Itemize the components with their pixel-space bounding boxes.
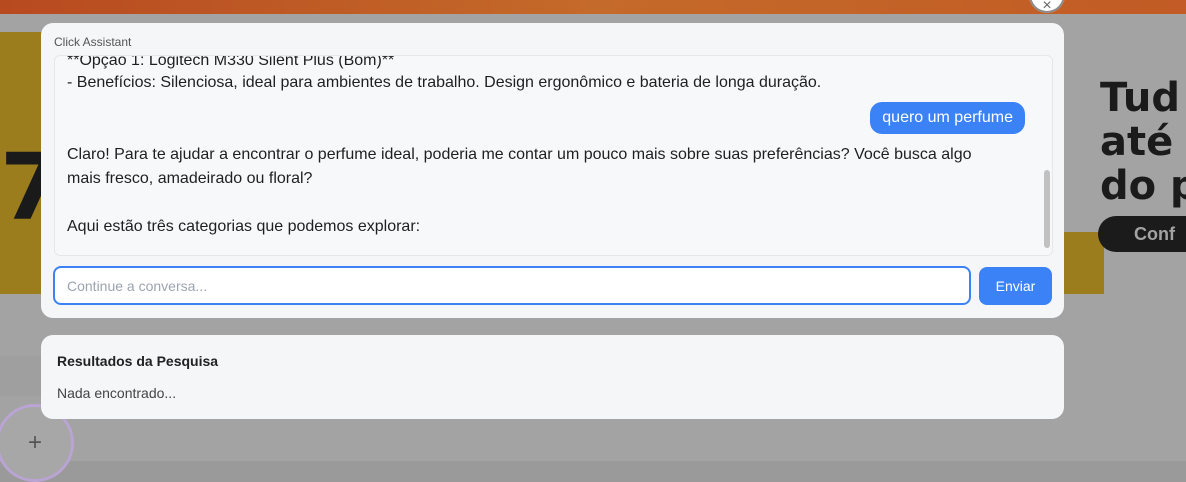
background-banner-right: Tud até do p Conf xyxy=(1064,32,1186,294)
chat-scrollbar[interactable] xyxy=(1044,170,1050,248)
background-top-bar xyxy=(0,0,1186,14)
background-cta-button: Conf xyxy=(1098,216,1186,252)
assistant-title: Click Assistant xyxy=(54,35,132,49)
close-icon: × xyxy=(1042,0,1052,14)
chat-history[interactable]: **Opção 1: Logitech M330 Silent Plus (Bo… xyxy=(54,55,1053,256)
search-results-title: Resultados da Pesquisa xyxy=(57,353,219,369)
search-results-panel: Resultados da Pesquisa Nada encontrado..… xyxy=(41,335,1064,419)
assistant-message-categories: Aqui estão três categorias que podemos e… xyxy=(67,218,421,235)
user-message-bubble: quero um perfume xyxy=(870,102,1025,134)
background-headline: Tud até do p xyxy=(1100,75,1186,209)
assistant-message-reply: Claro! Para te ajudar a encontrar o perf… xyxy=(67,146,972,187)
send-button[interactable]: Enviar xyxy=(979,267,1052,305)
chat-input[interactable] xyxy=(53,266,971,305)
background-banner-accent xyxy=(1064,232,1104,294)
assistant-panel: Click Assistant **Opção 1: Logitech M330… xyxy=(41,23,1064,318)
background-banner-left: 7 xyxy=(0,32,64,294)
assistant-message-benefits: - Benefícios: Silenciosa, ideal para amb… xyxy=(67,74,822,91)
search-results-empty: Nada encontrado... xyxy=(57,385,177,401)
